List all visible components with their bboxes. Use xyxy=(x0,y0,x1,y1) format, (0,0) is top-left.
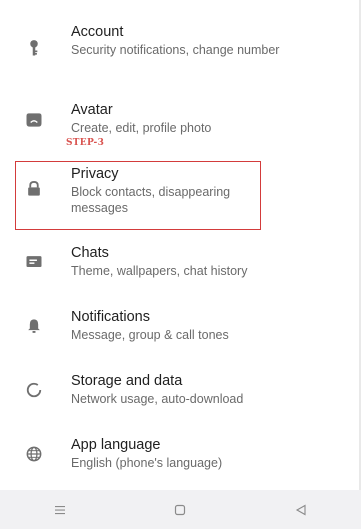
settings-item-app-language[interactable]: App language English (phone's language) xyxy=(0,436,361,476)
settings-item-title: Storage and data xyxy=(71,373,183,389)
bell-icon xyxy=(22,314,46,338)
chat-icon xyxy=(22,250,46,274)
settings-item-title: Notifications xyxy=(71,309,150,325)
menu-icon[interactable] xyxy=(48,498,72,522)
settings-item-notifications[interactable]: Notifications Message, group & call tone… xyxy=(0,308,361,348)
back-triangle-icon[interactable] xyxy=(289,498,313,522)
storage-circle-icon xyxy=(22,378,46,402)
settings-item-storage[interactable]: Storage and data Network usage, auto-dow… xyxy=(0,372,361,412)
settings-item-subtitle: Network usage, auto-download xyxy=(71,392,244,406)
settings-item-title: Avatar xyxy=(71,102,113,118)
settings-item-subtitle: Create, edit, profile photo xyxy=(71,121,212,135)
settings-item-avatar[interactable]: Avatar Create, edit, profile photo xyxy=(0,96,361,142)
settings-item-account[interactable]: Account Security notifications, change n… xyxy=(0,18,361,80)
step-annotation-label: STEP-3 xyxy=(66,138,105,148)
avatar-icon xyxy=(22,108,46,132)
globe-icon xyxy=(22,442,46,466)
system-navigation-bar xyxy=(0,490,361,529)
settings-item-title: App language xyxy=(71,437,161,453)
settings-item-subtitle: Security notifications, change number xyxy=(71,43,280,57)
step-highlight-box xyxy=(15,161,261,230)
home-square-icon[interactable] xyxy=(168,498,192,522)
key-icon xyxy=(22,36,46,60)
settings-item-chats[interactable]: Chats Theme, wallpapers, chat history xyxy=(0,244,361,284)
settings-item-title: Account xyxy=(71,24,124,40)
settings-list: Account Security notifications, change n… xyxy=(0,0,361,490)
settings-item-subtitle: Message, group & call tones xyxy=(71,328,229,342)
settings-item-subtitle: English (phone's language) xyxy=(71,456,223,470)
settings-item-title: Chats xyxy=(71,245,109,261)
settings-item-subtitle: Theme, wallpapers, chat history xyxy=(71,264,248,278)
